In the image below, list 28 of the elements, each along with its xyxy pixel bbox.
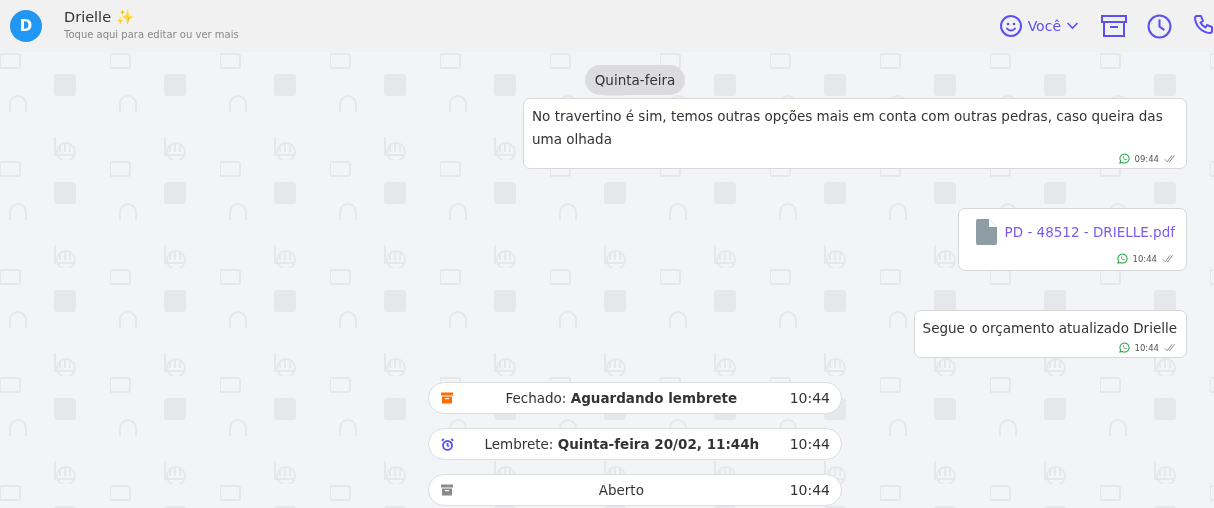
agent-selector[interactable]: Você [998, 14, 1079, 38]
message-text: Segue o orçamento atualizado Drielle [922, 319, 1177, 338]
smiley-icon [998, 14, 1023, 38]
double-check-icon [1164, 343, 1177, 352]
event-time: 10:44 [789, 482, 830, 498]
event-text: Fechado: Aguardando lembrete [504, 390, 739, 406]
message-time: 10:44 [1132, 253, 1157, 264]
date-separator: Quinta-feira [584, 65, 686, 95]
contact-subtitle[interactable]: Toque aqui para editar ou ver mais [64, 29, 239, 40]
archive-icon[interactable] [1101, 14, 1127, 38]
contact-name[interactable]: Drielle ✨ [64, 9, 239, 26]
message-text: No travertino é sim, temos outras opções mais em conta com outras pedras, caso queira das uma olhada [532, 107, 1164, 149]
avatar[interactable]: D [10, 10, 42, 42]
double-check-icon [1164, 154, 1177, 163]
whatsapp-icon [1118, 342, 1130, 353]
caret-icon [1066, 22, 1079, 30]
message-time: 09:44 [1134, 153, 1159, 164]
event-time: 10:44 [789, 390, 830, 406]
event-text: Lembrete: Quinta-feira 20/02, 11:44h [483, 436, 761, 452]
event-text: Aberto [597, 482, 645, 498]
double-check-icon [1162, 254, 1175, 263]
message-time: 10:44 [1134, 342, 1159, 353]
file-link[interactable]: PD - 48512 - DRIELLE.pdf [1004, 224, 1175, 240]
whatsapp-icon [1118, 153, 1130, 164]
clock-icon[interactable] [1147, 13, 1172, 39]
document-icon [974, 219, 997, 245]
event-time: 10:44 [789, 436, 830, 452]
whatsapp-icon [1116, 253, 1128, 264]
